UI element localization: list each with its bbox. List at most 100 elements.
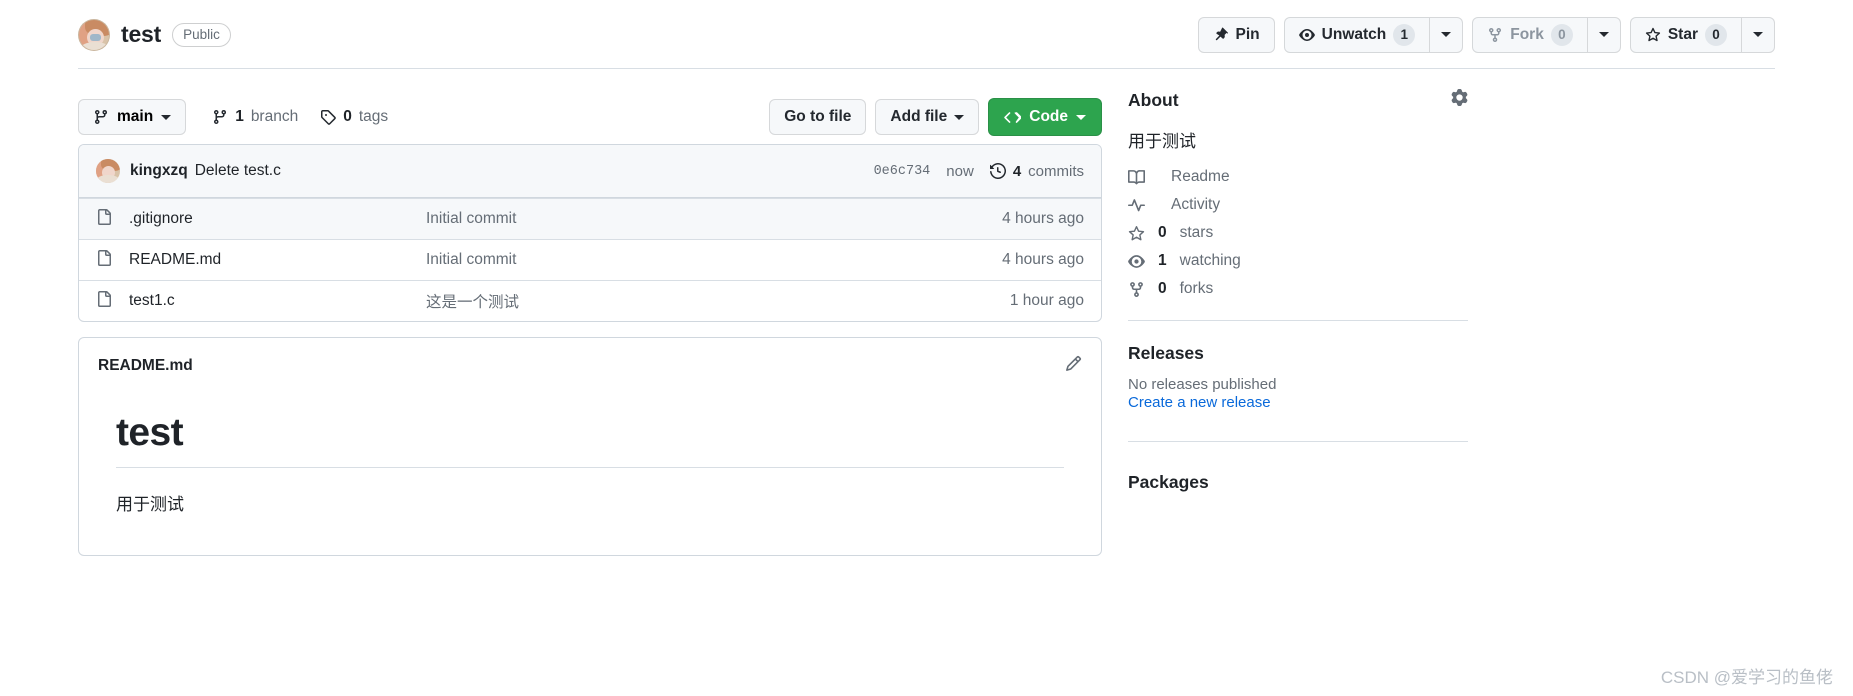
file-name[interactable]: .gitignore bbox=[129, 210, 426, 228]
file-commit-message[interactable]: Initial commit bbox=[426, 210, 1002, 228]
git-branch-icon bbox=[212, 109, 228, 125]
fork-count: 0 bbox=[1550, 23, 1573, 46]
chevron-down-icon bbox=[161, 114, 172, 120]
sidebar: About 用于测试 Readme Activity 0 stars 1 wat… bbox=[1128, 69, 1468, 556]
unwatch-button[interactable]: Unwatch 1 bbox=[1283, 16, 1430, 53]
add-file-button[interactable]: Add file bbox=[875, 99, 980, 135]
main-column: main 1 branch 0 tags Go to file Add file… bbox=[78, 69, 1102, 556]
code-label: Code bbox=[1029, 108, 1068, 125]
star-split-button: Star 0 bbox=[1629, 16, 1775, 53]
fork-label: Fork bbox=[1510, 25, 1544, 43]
unwatch-dropdown-toggle[interactable] bbox=[1429, 16, 1464, 53]
repo-header-actions: Pin Unwatch 1 Fork 0 Star 0 bbox=[1197, 16, 1775, 53]
commit-message[interactable]: Delete test.c bbox=[195, 162, 281, 180]
repo-header: test Public Pin Unwatch 1 Fork 0 Star 0 bbox=[0, 0, 1853, 69]
file-commit-message[interactable]: Initial commit bbox=[426, 251, 1002, 269]
fork-split-button: Fork 0 bbox=[1472, 16, 1621, 53]
add-file-label: Add file bbox=[890, 108, 948, 126]
readme-header: README.md bbox=[79, 338, 1101, 377]
star-dropdown-toggle[interactable] bbox=[1741, 16, 1775, 53]
repo-forked-icon bbox=[1128, 281, 1145, 298]
commits-count: 4 bbox=[1012, 162, 1022, 180]
chevron-down-icon bbox=[1441, 32, 1452, 37]
releases-title-text: Releases bbox=[1128, 343, 1204, 363]
branch-toolbar: main 1 branch 0 tags Go to file Add file… bbox=[78, 69, 1102, 140]
owner-avatar[interactable] bbox=[78, 18, 110, 51]
sidebar-item-stars[interactable]: 0 stars bbox=[1128, 224, 1468, 242]
sidebar-item-forks[interactable]: 0 forks bbox=[1128, 280, 1468, 298]
sidebar-item-readme[interactable]: Readme bbox=[1128, 168, 1468, 186]
about-description: 用于测试 bbox=[1128, 132, 1196, 151]
sidebar-divider bbox=[1128, 320, 1468, 321]
table-row[interactable]: test1.c 这是一个测试 1 hour ago bbox=[79, 280, 1101, 321]
file-icon bbox=[96, 249, 112, 271]
repo-title-group: test Public bbox=[78, 18, 231, 51]
table-row[interactable]: README.md Initial commit 4 hours ago bbox=[79, 239, 1101, 280]
chevron-down-icon bbox=[1598, 32, 1609, 37]
fork-button[interactable]: Fork 0 bbox=[1472, 16, 1587, 53]
commit-sha[interactable]: 0e6c734 bbox=[874, 164, 931, 179]
file-commit-time: 4 hours ago bbox=[1002, 210, 1084, 227]
branch-metadata: 1 branch 0 tags bbox=[212, 108, 388, 126]
file-name[interactable]: test1.c bbox=[129, 292, 426, 310]
branches-count-link[interactable]: 1 branch bbox=[212, 108, 298, 126]
packages-section-title: Packages bbox=[1128, 472, 1468, 493]
about-title-text: About bbox=[1128, 89, 1179, 110]
file-commit-time: 1 hour ago bbox=[1009, 292, 1084, 309]
code-button[interactable]: Code bbox=[988, 98, 1102, 136]
pin-label: Pin bbox=[1235, 25, 1260, 43]
readme-paragraph: 用于测试 bbox=[116, 495, 184, 514]
star-icon bbox=[1128, 225, 1145, 242]
branch-selector[interactable]: main bbox=[78, 99, 187, 135]
repo-forked-icon bbox=[1487, 27, 1503, 43]
eye-icon bbox=[1128, 253, 1145, 270]
star-count: 0 bbox=[1705, 23, 1727, 46]
unwatch-label: Unwatch bbox=[1321, 25, 1387, 43]
sidebar-item-watching[interactable]: 1 watching bbox=[1128, 252, 1468, 270]
chevron-down-icon bbox=[1753, 32, 1763, 37]
repo-name-link[interactable]: test bbox=[121, 21, 161, 48]
page-body: main 1 branch 0 tags Go to file Add file… bbox=[0, 69, 1853, 556]
tags-count-link[interactable]: 0 tags bbox=[320, 108, 388, 126]
sidebar-item-count: 1 bbox=[1158, 252, 1167, 269]
fork-dropdown-toggle[interactable] bbox=[1586, 16, 1621, 53]
book-icon bbox=[1128, 169, 1145, 186]
file-list-container: kingxzq Delete test.c 0e6c734 now 4 comm… bbox=[78, 144, 1102, 322]
commit-author-avatar[interactable] bbox=[96, 159, 120, 183]
commits-count-link[interactable]: 4 commits bbox=[989, 162, 1084, 180]
pencil-icon[interactable] bbox=[1065, 355, 1082, 377]
commit-author-name[interactable]: kingxzq bbox=[130, 162, 188, 180]
csdn-watermark: CSDN @爱学习的鱼佬 bbox=[1660, 668, 1833, 687]
go-to-file-button[interactable]: Go to file bbox=[769, 99, 867, 135]
sidebar-item-count: 0 bbox=[1158, 280, 1167, 297]
file-commit-message[interactable]: 这是一个测试 bbox=[426, 290, 1010, 312]
readme-heading: test bbox=[116, 411, 1064, 468]
branches-label: branch bbox=[250, 108, 299, 125]
branches-count: 1 bbox=[235, 108, 244, 125]
branch-toolbar-actions: Go to file Add file Code bbox=[769, 98, 1102, 136]
gear-icon[interactable] bbox=[1451, 89, 1468, 111]
star-button[interactable]: Star 0 bbox=[1629, 16, 1741, 53]
file-name[interactable]: README.md bbox=[129, 251, 426, 269]
sidebar-item-label: watching bbox=[1179, 252, 1241, 269]
branch-name: main bbox=[117, 108, 154, 125]
visibility-badge: Public bbox=[172, 22, 231, 47]
releases-empty-text: No releases published bbox=[1128, 376, 1277, 393]
readme-body: test 用于测试 bbox=[79, 377, 1101, 555]
pin-icon bbox=[1213, 27, 1229, 43]
readme-filename[interactable]: README.md bbox=[98, 357, 193, 375]
releases-section-title: Releases bbox=[1128, 343, 1468, 364]
about-links: Readme Activity 0 stars 1 watching 0 for… bbox=[1128, 168, 1468, 298]
pin-button[interactable]: Pin bbox=[1197, 16, 1275, 53]
sidebar-item-label: Readme bbox=[1171, 168, 1230, 185]
table-row[interactable]: .gitignore Initial commit 4 hours ago bbox=[79, 198, 1101, 239]
commit-meta: 0e6c734 now 4 commits bbox=[874, 163, 1084, 180]
sidebar-item-count: 0 bbox=[1158, 224, 1167, 241]
create-release-link[interactable]: Create a new release bbox=[1128, 394, 1468, 411]
chevron-down-icon bbox=[1076, 114, 1086, 120]
git-branch-icon bbox=[93, 109, 109, 125]
readme-container: README.md test 用于测试 bbox=[78, 337, 1102, 556]
latest-commit-bar: kingxzq Delete test.c 0e6c734 now 4 comm… bbox=[79, 145, 1101, 198]
sidebar-item-activity[interactable]: Activity bbox=[1128, 196, 1468, 214]
file-icon bbox=[96, 290, 112, 312]
